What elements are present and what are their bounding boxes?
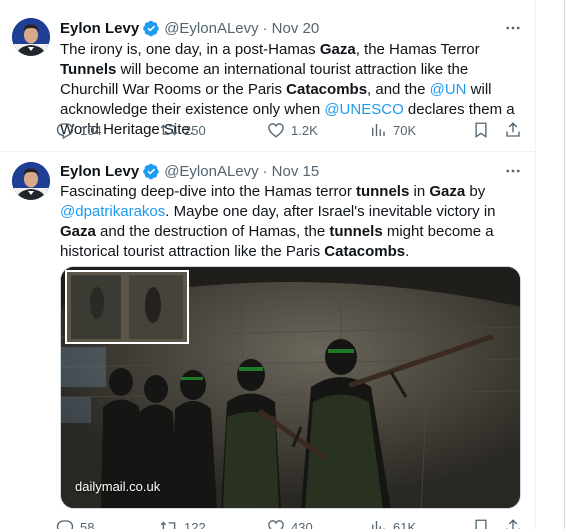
author-name[interactable]: Eylon Levy: [60, 20, 139, 37]
like-icon: [267, 121, 285, 139]
tweet-header: Eylon Levy @EylonALevy · Nov 15: [60, 161, 319, 181]
like-count: 1.2K: [291, 122, 318, 138]
like-button[interactable]: 430: [267, 517, 313, 529]
sidebar-edge: [536, 0, 566, 529]
highlighted-term: Tunnels: [60, 61, 117, 78]
reply-icon: [56, 518, 74, 529]
like-count: 430: [291, 519, 313, 529]
tweet[interactable]: Eylon Levy @EylonALevy · Nov 15 Fascinat…: [0, 152, 535, 529]
reply-button[interactable]: 58: [56, 517, 94, 529]
more-options-icon[interactable]: [504, 19, 522, 37]
bookmark-button[interactable]: [472, 120, 490, 140]
repost-count: 122: [184, 519, 206, 529]
author-handle[interactable]: @EylonALevy: [164, 163, 258, 180]
highlighted-term: Gaza: [429, 183, 466, 200]
tweet-date[interactable]: Nov 20: [272, 20, 320, 37]
highlighted-term: tunnels: [329, 223, 383, 240]
share-button[interactable]: [504, 517, 522, 529]
bookmark-icon: [472, 518, 490, 529]
share-button[interactable]: [504, 120, 522, 140]
views-button[interactable]: 70K: [369, 120, 416, 140]
mention-link[interactable]: @UNESCO: [324, 101, 403, 118]
scrollbar-track[interactable]: [564, 0, 565, 529]
action-bar: 58 122 430 61K: [56, 517, 526, 529]
repost-icon: [160, 518, 178, 529]
mention-link[interactable]: @dpatrikarakos: [60, 203, 165, 220]
views-icon: [369, 518, 387, 529]
view-count: 61K: [393, 519, 417, 529]
tweet-header: Eylon Levy @EylonALevy · Nov 20: [60, 18, 319, 38]
author-name[interactable]: Eylon Levy: [60, 163, 139, 180]
mention-link[interactable]: @UN: [430, 81, 467, 98]
link-card-image[interactable]: dailymail.co.uk: [60, 266, 521, 509]
text-run: The irony is, one day, in a post-Hamas: [60, 41, 320, 58]
reply-count: 104: [80, 122, 102, 138]
action-bar: 104 250 1.2K 70K: [56, 120, 526, 140]
highlighted-term: Catacombs: [286, 81, 368, 98]
tweet-date[interactable]: Nov 15: [272, 163, 320, 180]
like-icon: [267, 518, 285, 529]
text-run: by: [465, 183, 486, 200]
share-icon: [504, 121, 522, 139]
tunnel-photo: [61, 267, 520, 508]
more-options-icon[interactable]: [504, 162, 522, 180]
separator: ·: [262, 19, 268, 37]
like-button[interactable]: 1.2K: [267, 120, 318, 140]
author-handle[interactable]: @EylonALevy: [164, 20, 258, 37]
bookmark-button[interactable]: [472, 517, 490, 529]
reply-icon: [56, 121, 74, 139]
highlighted-term: Gaza: [60, 223, 96, 240]
profile-photo-icon: [12, 162, 50, 200]
repost-button[interactable]: 122: [160, 517, 206, 529]
text-run: and the destruction of Hamas, the: [95, 223, 330, 240]
separator: ·: [262, 162, 268, 180]
repost-icon: [160, 121, 178, 139]
tweet-text: Fascinating deep-dive into the Hamas ter…: [60, 182, 525, 262]
text-run: , and the: [367, 81, 430, 98]
verified-badge-icon: [143, 20, 160, 37]
views-icon: [369, 121, 387, 139]
views-button[interactable]: 61K: [369, 517, 416, 529]
link-source: dailymail.co.uk: [75, 479, 161, 494]
avatar[interactable]: [12, 162, 50, 200]
tweet[interactable]: Eylon Levy @EylonALevy · Nov 20 The iron…: [0, 0, 535, 152]
reply-count: 58: [80, 519, 95, 529]
text-run: Fascinating deep-dive into the Hamas ter…: [60, 183, 356, 200]
profile-photo-icon: [12, 18, 50, 56]
repost-count: 250: [184, 122, 206, 138]
timeline-feed: Eylon Levy @EylonALevy · Nov 20 The iron…: [0, 0, 536, 529]
view-count: 70K: [393, 122, 417, 138]
text-run: in: [409, 183, 430, 200]
text-run: . Maybe one day, after Israel's inevitab…: [165, 203, 496, 220]
highlighted-term: Gaza: [319, 41, 356, 58]
highlighted-term: tunnels: [355, 183, 410, 200]
highlighted-term: Catacombs: [324, 243, 406, 260]
share-icon: [504, 518, 522, 529]
bookmark-icon: [472, 121, 490, 139]
text-run: .: [405, 243, 410, 260]
avatar[interactable]: [12, 18, 50, 56]
text-run: , the Hamas Terror: [355, 41, 480, 58]
verified-badge-icon: [143, 163, 160, 180]
reply-button[interactable]: 104: [56, 120, 102, 140]
repost-button[interactable]: 250: [160, 120, 206, 140]
